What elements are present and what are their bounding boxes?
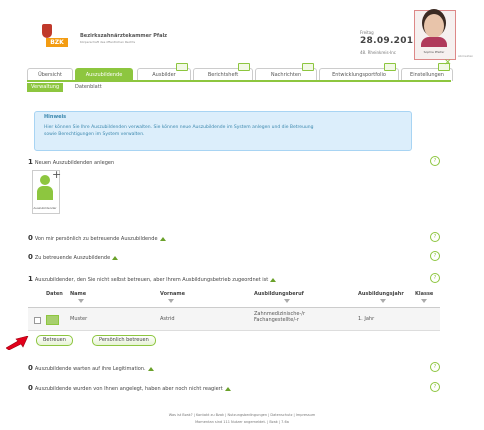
add-trainee-label: Auszubildender: [33, 206, 57, 210]
footer-status: Momentan sind 111 Nutzer angemeldet. | B…: [195, 420, 289, 424]
col-ausbildungsjahr[interactable]: Ausbildungsjahr: [358, 291, 404, 297]
filter-icon[interactable]: [421, 299, 427, 303]
logout-link[interactable]: Abmelden: [458, 54, 473, 58]
close-icon[interactable]: ✕: [444, 58, 452, 68]
col-vorname[interactable]: Vorname: [160, 291, 185, 297]
col-name[interactable]: Name: [70, 291, 86, 297]
collapse-icon: [270, 277, 277, 282]
persoenlich-betreuen-button[interactable]: Persönlich betreuen: [92, 335, 156, 346]
tab-badge-icon: [238, 63, 250, 71]
red-arrow-annotation: [6, 336, 29, 350]
expand-icon: [159, 236, 166, 241]
table-row: [28, 308, 440, 331]
org-subtitle: Körperschaft des öffentlichen Rechts: [80, 40, 136, 44]
help-icon[interactable]: ?: [430, 156, 440, 166]
col-klasse[interactable]: Klasse: [415, 291, 433, 297]
org-name: Bezirkszahnärztekammer Pfalz: [80, 33, 168, 39]
help-icon[interactable]: ?: [430, 382, 440, 392]
footer-links[interactable]: Was ist Bzak? | Kontakt zu Bzak | Nutzun…: [0, 413, 484, 417]
avatar-body: [421, 37, 447, 47]
section-new: 1 Neuen Auszubildenden anlegen: [28, 158, 115, 166]
help-icon[interactable]: ?: [430, 251, 440, 261]
tab-badge-icon: [302, 63, 314, 71]
filter-icon[interactable]: [380, 299, 386, 303]
help-icon[interactable]: ?: [430, 273, 440, 283]
weekday: Freitag: [360, 30, 374, 35]
row-checkbox[interactable]: [34, 317, 41, 324]
filter-icon[interactable]: [78, 299, 84, 303]
section-mine[interactable]: 0 Von mir persönlich zu betreuende Auszub…: [28, 234, 166, 242]
user-name: Sophie Pfeifer: [423, 50, 445, 54]
data-sheet-icon[interactable]: [46, 315, 59, 325]
plus-icon: +: [52, 168, 62, 181]
cell-beruf: Zahnmedizinische-/r Fachangestellte/-r: [254, 311, 306, 323]
help-icon[interactable]: ?: [430, 362, 440, 372]
expand-icon: [224, 386, 231, 391]
filter-icon[interactable]: [284, 299, 290, 303]
cell-jahr: 1. Jahr: [358, 316, 375, 322]
cell-vorname: Astrid: [160, 316, 175, 322]
col-ausbildungsberuf[interactable]: Ausbildungsberuf: [254, 291, 304, 297]
expand-icon: [147, 366, 154, 371]
section-waiting[interactable]: 0 Auszubildende warten auf ihre Legitimat…: [28, 364, 154, 372]
bzk-logo[interactable]: BZK: [46, 38, 68, 47]
betreuen-button[interactable]: Betreuen: [36, 335, 73, 346]
expand-icon: [112, 255, 119, 260]
help-icon[interactable]: ?: [430, 232, 440, 242]
hint-text: Hier können Sie Ihre Auszubildenden verw…: [44, 125, 314, 137]
cell-name: Muster: [70, 316, 88, 322]
main-nav: Übersicht Auszubildende Ausbilder Berich…: [27, 63, 453, 81]
col-daten: Daten: [46, 291, 63, 297]
section-tocare[interactable]: 0 Zu betreuende Auszubildende: [28, 253, 119, 261]
subtab-datenblatt[interactable]: Datenblatt: [71, 83, 106, 92]
nav-underline: [27, 80, 451, 82]
person-icon: [40, 175, 50, 185]
coat-of-arms-icon: [42, 24, 52, 38]
tab-badge-icon: [384, 63, 396, 71]
location: 48. Rheinkreis-Inc: [360, 50, 396, 55]
filter-icon[interactable]: [168, 299, 174, 303]
person-icon-body: [37, 186, 53, 200]
avatar-face: [424, 14, 444, 38]
tab-badge-icon: [176, 63, 188, 71]
hint-title: Hinweis: [44, 114, 67, 120]
current-date: 28.09.2015: [360, 36, 420, 46]
subtab-verwaltung[interactable]: Verwaltung: [27, 83, 64, 92]
section-assigned[interactable]: 1 Auszubildender, den Sie nicht selbst be…: [28, 275, 277, 283]
section-created[interactable]: 0 Auszubildende wurden von Ihnen angelegt…: [28, 384, 231, 392]
